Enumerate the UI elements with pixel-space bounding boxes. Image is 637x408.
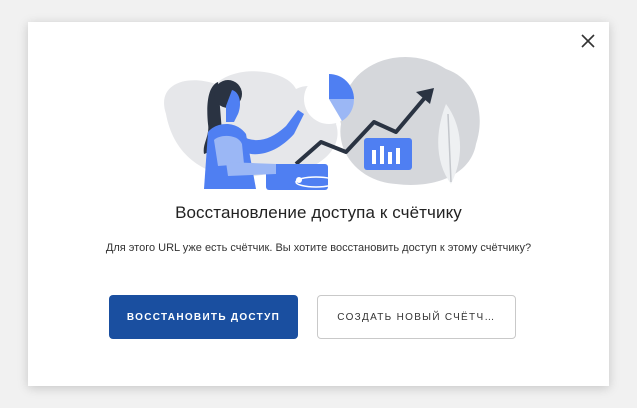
close-button[interactable] [577,30,599,52]
dialog-message: Для этого URL уже есть счётчик. Вы хотит… [105,242,532,254]
create-new-counter-button[interactable]: СОЗДАТЬ НОВЫЙ СЧЁТЧ… [317,295,516,339]
close-icon [581,34,595,48]
dialog-title: Восстановление доступа к счётчику [175,203,462,222]
page-backdrop: Восстановление доступа к счётчику Для эт… [0,0,637,408]
analytics-illustration [164,57,480,190]
restore-access-dialog: Восстановление доступа к счётчику Для эт… [28,22,609,386]
restore-access-button[interactable]: ВОССТАНОВИТЬ ДОСТУП [109,295,298,339]
